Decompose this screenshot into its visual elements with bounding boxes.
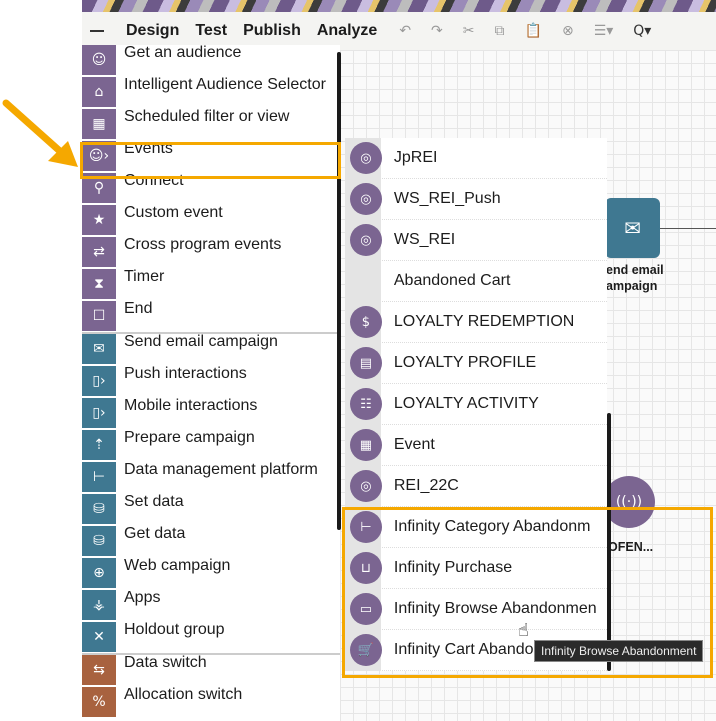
target-icon: ◎	[350, 142, 382, 174]
calculator-icon: ▦	[350, 429, 382, 461]
prepare-icon: ⇡	[82, 430, 116, 461]
event-item-label: JpREI	[393, 149, 438, 166]
event-item[interactable]: ◎ REI_22C	[345, 466, 607, 507]
palette-item-label: Intelligent Audience Selector	[124, 76, 326, 93]
collapse-icon[interactable]	[90, 30, 104, 32]
palette-item-scheduled-filter-or-view[interactable]: ▦ Scheduled filter or view	[82, 108, 340, 141]
send-email-node-label: end email ampaign	[606, 263, 664, 293]
palette-item-cross-program-events[interactable]: ⇄ Cross program events	[82, 236, 340, 269]
globe-icon: ⊕	[82, 558, 116, 589]
audience-icon: ☺	[82, 45, 116, 76]
palette-item-label: End	[124, 300, 153, 317]
delete-icon[interactable]: ⊗	[562, 23, 574, 39]
palette-item-label: Custom event	[124, 204, 223, 221]
palette-item-data-management-platform[interactable]: ⊢ Data management platform	[82, 461, 340, 494]
palette-item-label: Data management platform	[124, 461, 318, 478]
hourglass-icon: ⧗	[82, 269, 116, 300]
palette-scrollbar[interactable]	[337, 52, 341, 530]
events-highlight	[80, 142, 341, 179]
target-icon: ◎	[350, 224, 382, 256]
redo-icon[interactable]: ↷	[431, 23, 443, 39]
palette-item-label: Push interactions	[124, 365, 247, 382]
event-item-label: LOYALTY PROFILE	[393, 354, 537, 371]
palette-item-set-data[interactable]: ⛁ Set data	[82, 493, 340, 526]
event-item[interactable]: Abandoned Cart	[345, 261, 607, 302]
palette-item-label: Timer	[124, 268, 165, 285]
event-item[interactable]: ▦ Event	[345, 425, 607, 466]
header-banner	[82, 0, 716, 12]
tooltip: Infinity Browse Abandonment	[534, 640, 704, 662]
event-item[interactable]: ◎ WS_REI	[345, 220, 607, 261]
profile-card-icon: ▤	[350, 347, 382, 379]
event-item-label: WS_REI	[393, 231, 456, 248]
target-icon: ◎	[350, 470, 382, 502]
data-switch-icon: ⇆	[82, 655, 116, 686]
palette-item-label: Set data	[124, 493, 184, 510]
palette-item-label: Get an audience	[124, 44, 242, 61]
palette-item-label: Scheduled filter or view	[124, 108, 290, 125]
palette-item-label: Allocation switch	[124, 686, 243, 703]
push-icon: ▯›	[82, 366, 116, 397]
get-data-icon: ⛁	[82, 526, 116, 557]
mail-icon: ✉	[82, 334, 116, 365]
redemption-icon: $	[350, 306, 382, 338]
event-item[interactable]: ▤ LOYALTY PROFILE	[345, 343, 607, 384]
paste-icon[interactable]: 📋	[525, 23, 542, 39]
cross-program-icon: ⇄	[82, 237, 116, 268]
target-icon: ◎	[350, 183, 382, 215]
palette-item-label: Get data	[124, 525, 186, 542]
holdout-icon: ✕	[82, 622, 116, 653]
palette-item-label: Cross program events	[124, 236, 282, 253]
palette-item-label: Data switch	[124, 654, 207, 671]
event-item-label: REI_22C	[393, 477, 459, 494]
palette-item-label: Holdout group	[124, 621, 225, 638]
event-item[interactable]: ☷ LOYALTY ACTIVITY	[345, 384, 607, 425]
set-data-icon: ⛁	[82, 494, 116, 525]
icon-gutter	[345, 261, 381, 302]
hand-cursor-icon: ☝	[518, 620, 529, 641]
palette-item-holdout-group[interactable]: ✕ Holdout group	[82, 621, 340, 654]
percent-icon: %	[82, 687, 116, 718]
event-item-label: Abandoned Cart	[393, 272, 511, 289]
palette-item-label: Mobile interactions	[124, 397, 258, 414]
mail-icon: ✉	[624, 216, 641, 240]
connector-line	[660, 228, 716, 229]
cut-icon[interactable]: ✂	[463, 23, 475, 39]
event-item[interactable]: $ LOYALTY REDEMPTION	[345, 302, 607, 343]
event-item[interactable]: ◎ JpREI	[345, 138, 607, 179]
palette-item-label: Web campaign	[124, 557, 231, 574]
mobile-icon: ▯›	[82, 398, 116, 429]
event-item[interactable]: ◎ WS_REI_Push	[345, 179, 607, 220]
event-item-label: WS_REI_Push	[393, 190, 501, 207]
pointer-arrow	[2, 99, 78, 167]
palette-item-label: Apps	[124, 589, 161, 606]
zoom-icon[interactable]: Q▾	[633, 23, 651, 39]
palette-item-label: Send email campaign	[124, 333, 278, 350]
align-icon[interactable]: ☰▾	[594, 23, 614, 39]
event-item-label: Event	[393, 436, 435, 453]
palette-item-timer[interactable]: ⧗ Timer	[82, 268, 340, 301]
event-item-label: LOYALTY REDEMPTION	[393, 313, 575, 330]
hierarchy-icon: ⊢	[82, 462, 116, 493]
undo-icon[interactable]: ↶	[399, 23, 411, 39]
end-icon: ☐	[82, 301, 116, 332]
send-email-node[interactable]: ✉	[605, 198, 660, 258]
palette-item-label: Prepare campaign	[124, 429, 255, 446]
apps-icon: ⚶	[82, 590, 116, 621]
event-item-label: LOYALTY ACTIVITY	[393, 395, 539, 412]
palette-item-allocation-switch[interactable]: % Allocation switch	[82, 686, 340, 719]
copy-icon[interactable]: ⧉	[495, 23, 505, 39]
activity-icon: ☷	[350, 388, 382, 420]
custom-event-icon: ★	[82, 205, 116, 236]
palette-item-web-campaign[interactable]: ⊕ Web campaign	[82, 557, 340, 590]
